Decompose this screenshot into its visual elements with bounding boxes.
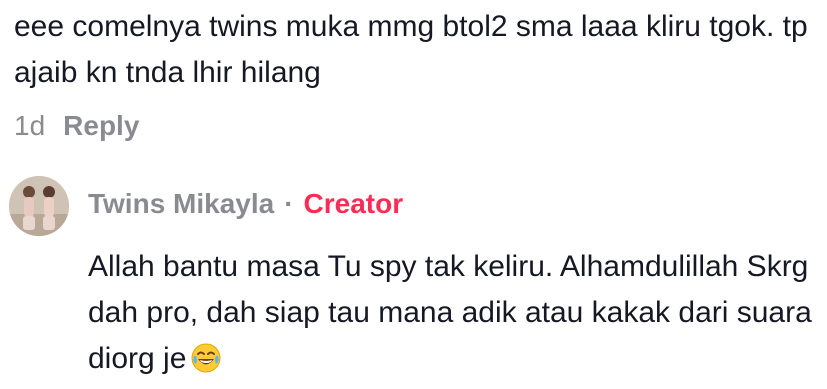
creator-badge: Creator	[303, 188, 404, 219]
reply-header: Twins Mikayla · Creator	[88, 182, 403, 226]
comment-meta: 1d Reply	[14, 106, 139, 146]
comment-timestamp: 1d	[14, 110, 46, 141]
reply-button[interactable]: Reply	[63, 106, 139, 146]
reply-text: Allah bantu masa Tu spy tak keliru. Alha…	[88, 244, 818, 382]
avatar[interactable]	[9, 176, 69, 236]
avatar-photo-icon	[9, 176, 69, 236]
face-with-tears-of-joy-icon	[190, 342, 222, 374]
reply-author-name[interactable]: Twins Mikayla	[88, 182, 274, 226]
comment-text: eee comelnya twins muka mmg btol2 sma la…	[14, 10, 808, 89]
separator-dot: ·	[284, 188, 294, 219]
